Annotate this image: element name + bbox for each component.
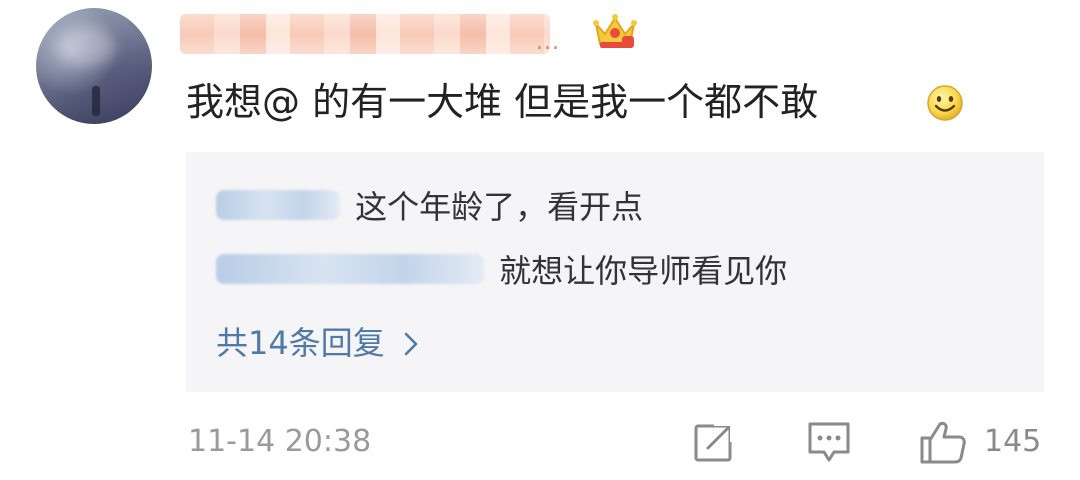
reply-username-blurred[interactable] (216, 254, 484, 284)
avatar-glow (56, 28, 116, 66)
share-icon[interactable] (692, 420, 736, 464)
comment-timestamp: 11-14 20:38 (188, 424, 372, 459)
reply-item[interactable]: 就想让你导师看见你 (216, 246, 787, 290)
username-blurred[interactable] (180, 14, 550, 54)
view-all-replies-link[interactable]: 共14条回复 (216, 318, 419, 364)
like-count: 145 (984, 424, 1042, 459)
comment-text: 我想@ 的有一大堆 但是我一个都不敢 (186, 80, 819, 124)
username-ellipsis: ... (536, 30, 560, 55)
avatar-figure (92, 86, 100, 116)
reply-item[interactable]: 这个年龄了，看开点 (216, 182, 643, 226)
crown-vip-icon (593, 14, 637, 48)
view-all-replies-label: 共14条回复 (216, 324, 385, 362)
comment-icon[interactable] (806, 420, 852, 464)
thumbs-up-icon[interactable] (918, 420, 966, 464)
reply-text: 就想让你导师看见你 (499, 252, 788, 290)
avatar[interactable] (36, 8, 152, 124)
reply-preview-box[interactable]: 这个年龄了，看开点 就想让你导师看见你 共14条回复 (186, 152, 1044, 392)
reply-username-blurred[interactable] (216, 190, 340, 220)
chevron-right-icon (403, 327, 419, 362)
smile-emoji-icon (927, 85, 963, 121)
reply-text: 这个年龄了，看开点 (355, 188, 644, 226)
